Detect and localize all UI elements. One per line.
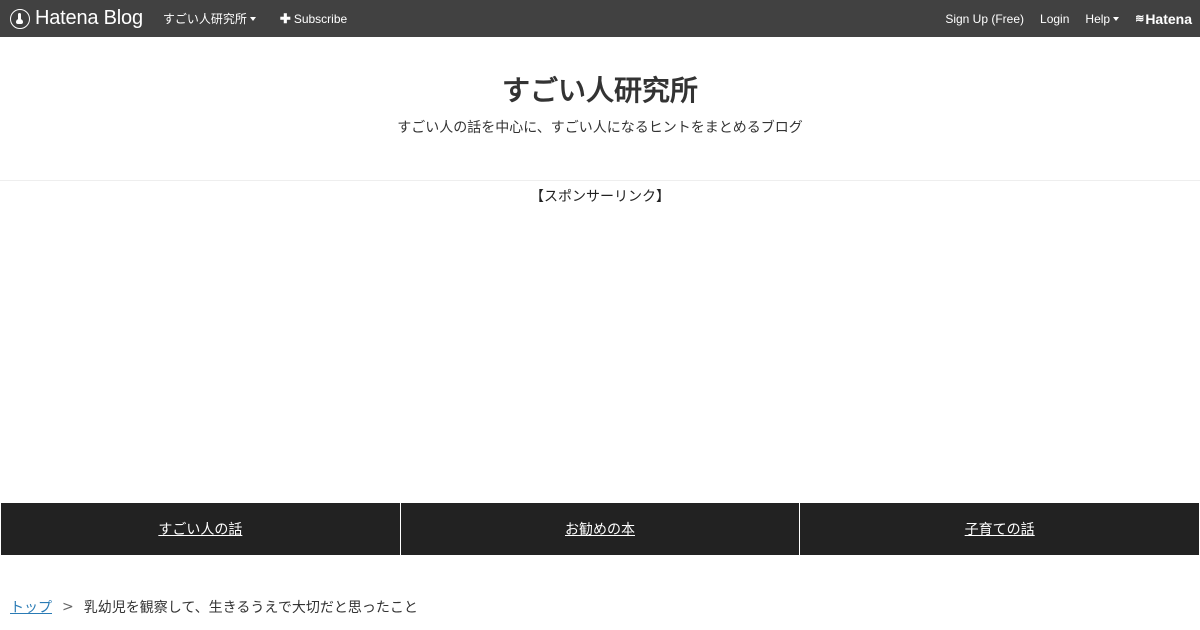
hatena-global-header: Hatena Blog すごい人研究所 ✚ Subscribe Sign Up … <box>0 0 1200 37</box>
help-label: Help <box>1085 11 1111 26</box>
subscribe-label: Subscribe <box>293 11 348 26</box>
blog-menu-label: すごい人研究所 <box>162 12 247 26</box>
hatena-blog-logo[interactable]: Hatena Blog <box>10 0 143 37</box>
signup-link[interactable]: Sign Up (Free) <box>945 0 1024 37</box>
header-divider <box>0 180 1200 181</box>
hatena-brand-icon: ≋ <box>1135 13 1144 25</box>
logo-text: Hatena Blog <box>35 7 143 29</box>
blog-description: すごい人の話を中心に、すごい人になるヒントをまとめるブログ <box>397 120 803 136</box>
blog-header: すごい人研究所 すごい人の話を中心に、すごい人になるヒントをまとめるブログ <box>0 37 1200 180</box>
breadcrumb-separator: > <box>62 599 74 615</box>
subscribe-button[interactable]: ✚ Subscribe <box>280 0 347 37</box>
sponsor-label: 【スポンサーリンク】 <box>530 189 670 205</box>
breadcrumb-home-link[interactable]: トップ <box>10 597 52 617</box>
caret-down-icon <box>249 16 256 21</box>
blog-title[interactable]: すごい人研究所 <box>0 69 1200 109</box>
plus-icon: ✚ <box>279 10 291 26</box>
blog-menu-dropdown[interactable]: すごい人研究所 <box>163 0 256 37</box>
hatena-brand-link[interactable]: ≋ Hatena <box>1135 0 1192 37</box>
category-nav: すごい人の話 お勧めの本 子育ての話 <box>0 503 1200 555</box>
breadcrumb: トップ > 乳幼児を観察して、生きるうえで大切だと思ったこと <box>10 597 418 617</box>
category-link[interactable]: 子育ての話 <box>799 503 1200 555</box>
login-link[interactable]: Login <box>1040 0 1069 37</box>
category-link[interactable]: すごい人の話 <box>0 503 400 555</box>
category-link[interactable]: お勧めの本 <box>399 503 800 555</box>
breadcrumb-current: 乳幼児を観察して、生きるうえで大切だと思ったこと <box>83 600 418 616</box>
caret-down-icon <box>1113 16 1120 21</box>
hatena-brand-label: Hatena <box>1145 10 1192 27</box>
hatena-logo-icon <box>10 8 30 29</box>
topbar-right: Sign Up (Free) Login Help ≋ Hatena <box>945 0 1200 37</box>
help-dropdown[interactable]: Help <box>1085 0 1120 37</box>
